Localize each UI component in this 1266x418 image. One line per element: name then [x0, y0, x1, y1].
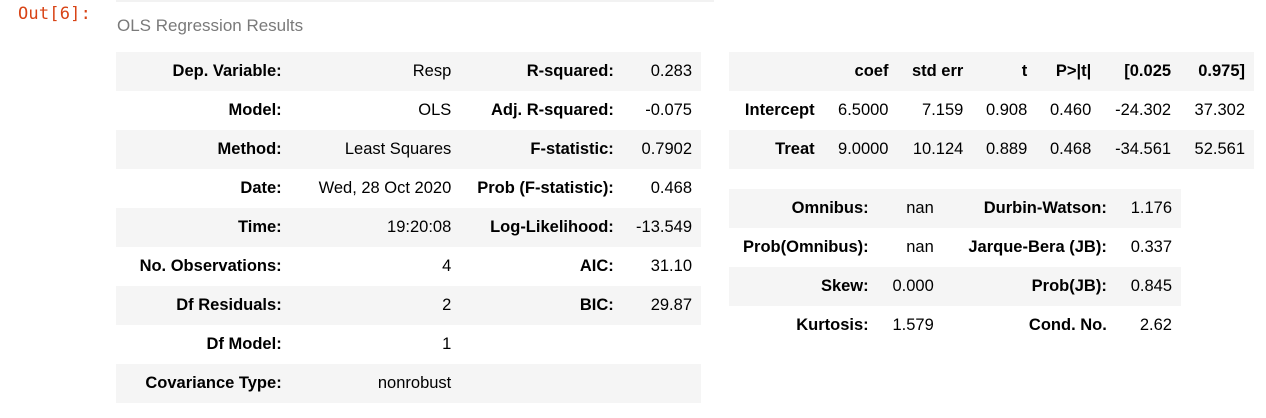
stat-value: 2: [442, 296, 452, 314]
stat-value: 1.579: [892, 316, 934, 334]
stat-label: [460, 325, 623, 364]
stat-value: Least Squares: [344, 140, 452, 158]
table-cell: 0.460: [1049, 101, 1092, 119]
stat-value: 2.62: [1139, 316, 1172, 334]
column-header: std err: [911, 62, 964, 80]
stat-value: 19:20:08: [387, 218, 452, 236]
table-cell: 0.468: [1049, 140, 1092, 158]
table-row: Df Model: 1: [116, 325, 701, 364]
table-cell: 9.0000: [838, 140, 889, 158]
column-header: [729, 52, 824, 91]
stat-label: Log-Likelihood:: [490, 218, 614, 236]
stat-label: Prob(JB):: [1031, 277, 1107, 295]
column-header: P>|t|: [1055, 62, 1092, 80]
column-header: coef: [854, 62, 889, 80]
stat-label: Covariance Type:: [145, 374, 282, 392]
table-cell: 37.302: [1194, 101, 1245, 119]
stat-value: Resp: [412, 62, 452, 80]
summary-caption: OLS Regression Results: [117, 16, 304, 35]
column-header: t: [1021, 62, 1028, 80]
stat-value: [623, 364, 701, 403]
stat-label: [460, 364, 623, 403]
table-cell: 7.159: [922, 101, 964, 119]
stat-value: 0.845: [1130, 277, 1172, 295]
stat-label: Dep. Variable:: [172, 62, 282, 80]
stat-value: 1.176: [1130, 199, 1172, 217]
diagnostics-table: Omnibus: nan Durbin-Watson: 1.176 Prob(O…: [729, 189, 1181, 345]
table-cell: 52.561: [1194, 140, 1245, 158]
stat-label: Prob (F-statistic):: [477, 179, 614, 197]
stat-value: 0.283: [650, 62, 692, 80]
table-row: Kurtosis: 1.579 Cond. No. 2.62: [729, 306, 1181, 345]
table-row: Omnibus: nan Durbin-Watson: 1.176: [729, 189, 1181, 228]
coefficient-table: coef std err t P>|t| [0.025 0.975] Inter…: [729, 52, 1254, 169]
stat-label: BIC:: [579, 296, 614, 314]
stat-label: Adj. R-squared:: [490, 101, 614, 119]
stat-value: 4: [442, 257, 452, 275]
stat-label: Df Residuals:: [176, 296, 282, 314]
table-cell: 10.124: [912, 140, 964, 158]
stat-label: Df Model:: [206, 335, 282, 353]
stat-label: Method:: [217, 140, 282, 158]
stat-label: Omnibus:: [791, 199, 869, 217]
output-prompt: Out[6]:: [18, 4, 92, 24]
column-header: 0.975]: [1198, 62, 1245, 80]
table-row: Prob(Omnibus): nan Jarque-Bera (JB): 0.3…: [729, 228, 1181, 267]
table-cell: 6.5000: [838, 101, 889, 119]
stat-value: nan: [906, 199, 934, 217]
stat-label: F-statistic:: [530, 140, 614, 158]
stat-label: Time:: [237, 218, 282, 236]
stat-label: Date:: [240, 179, 282, 197]
table-row: No. Observations: 4 AIC: 31.10: [116, 247, 701, 286]
stat-label: Jarque-Bera (JB):: [968, 238, 1107, 256]
table-header-row: coef std err t P>|t| [0.025 0.975]: [729, 52, 1254, 91]
table-cell: 0.889: [985, 140, 1028, 158]
model-info-table: Dep. Variable: Resp R-squared: 0.283 Mod…: [116, 52, 701, 403]
row-label: Treat: [775, 140, 815, 158]
stat-value: 0.468: [650, 179, 692, 197]
table-row: Treat 9.0000 10.124 0.889 0.468 -34.561 …: [729, 130, 1254, 169]
stat-value: nan: [906, 238, 934, 256]
stat-value: Wed, 28 Oct 2020: [318, 179, 452, 197]
table-row: Method: Least Squares F-statistic: 0.790…: [116, 130, 701, 169]
column-header: [0.025: [1124, 62, 1172, 80]
stat-value: 0.7902: [641, 140, 692, 158]
stat-label: AIC:: [579, 257, 614, 275]
table-row: Skew: 0.000 Prob(JB): 0.845: [729, 267, 1181, 306]
stat-value: nonrobust: [377, 374, 452, 392]
stat-value: 0.337: [1130, 238, 1172, 256]
table-cell: 0.908: [985, 101, 1028, 119]
table-row: Model: OLS Adj. R-squared: -0.075: [116, 91, 701, 130]
stat-value: -13.549: [636, 218, 692, 236]
table-row: Df Residuals: 2 BIC: 29.87: [116, 286, 701, 325]
stat-label: Cond. No.: [1028, 316, 1107, 334]
stat-value: 1: [442, 335, 452, 353]
row-label: Intercept: [744, 101, 815, 119]
stat-label: No. Observations:: [139, 257, 282, 275]
table-row: Intercept 6.5000 7.159 0.908 0.460 -24.3…: [729, 91, 1254, 130]
stat-label: Kurtosis:: [796, 316, 869, 334]
table-row: Time: 19:20:08 Log-Likelihood: -13.549: [116, 208, 701, 247]
output-top-border: [116, 0, 714, 2]
stat-value: 29.87: [650, 296, 692, 314]
table-row: Dep. Variable: Resp R-squared: 0.283: [116, 52, 701, 91]
stat-label: Skew:: [820, 277, 869, 295]
stat-value: -0.075: [645, 101, 692, 119]
stat-value: 0.000: [892, 277, 934, 295]
table-cell: -24.302: [1115, 101, 1172, 119]
stat-label: R-squared:: [526, 62, 614, 80]
stat-label: Model:: [228, 101, 282, 119]
stat-value: 31.10: [650, 257, 692, 275]
stat-label: Durbin-Watson:: [983, 199, 1107, 217]
stat-value: [623, 325, 701, 364]
stat-value: OLS: [418, 101, 452, 119]
stat-label: Prob(Omnibus):: [743, 238, 869, 256]
table-row: Covariance Type: nonrobust: [116, 364, 701, 403]
table-cell: -34.561: [1115, 140, 1172, 158]
table-row: Date: Wed, 28 Oct 2020 Prob (F-statistic…: [116, 169, 701, 208]
